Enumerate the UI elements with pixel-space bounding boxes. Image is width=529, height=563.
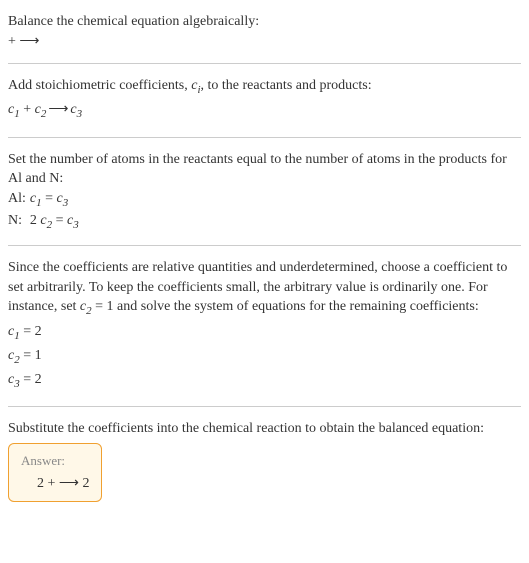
n-row: N: 2 c2 = c3 xyxy=(8,211,83,233)
n-c2: c2 xyxy=(40,213,52,228)
solve-c2: c2 xyxy=(80,299,92,314)
solve-text: Since the coefficients are relative quan… xyxy=(8,258,521,319)
plus: + xyxy=(20,102,35,117)
al-label: Al: xyxy=(8,189,30,211)
eq-c1: c1 = 2 xyxy=(8,322,521,344)
problem-equation: + ⟶ xyxy=(8,32,521,52)
atoms-equations: Al: c1 = c3 N: 2 c2 = c3 xyxy=(8,189,83,233)
c3-sub: 3 xyxy=(77,108,83,120)
al-c3-sub: 3 xyxy=(63,197,69,209)
eq-c3: c3 = 2 xyxy=(8,370,521,392)
n-c3-sub: 3 xyxy=(73,219,79,231)
problem-text: Balance the chemical equation algebraica… xyxy=(8,12,521,32)
c2: c2 xyxy=(35,102,47,117)
al-c3: c3 xyxy=(57,191,69,206)
divider xyxy=(8,245,521,246)
answer-box: Answer: 2 + ⟶ 2 xyxy=(8,443,102,503)
section-substitute: Substitute the coefficients into the che… xyxy=(8,415,521,506)
ci-symbol: ci xyxy=(191,78,200,93)
divider xyxy=(8,63,521,64)
eq-c2: c2 = 1 xyxy=(8,346,521,368)
coeff-text: Add stoichiometric coefficients, ci, to … xyxy=(8,76,521,98)
coeff-equation: c1 + c2 ⟶ c3 xyxy=(8,100,521,122)
arrow-icon: ⟶ xyxy=(46,100,70,120)
eq-c2-val: = 1 xyxy=(20,348,42,363)
section-atoms: Set the number of atoms in the reactants… xyxy=(8,146,521,238)
eq-c2-sym: c2 xyxy=(8,348,20,363)
eq-c3-val: = 2 xyxy=(20,372,42,387)
al-equation: c1 = c3 xyxy=(30,189,83,211)
c1: c1 xyxy=(8,102,20,117)
n-c3: c3 xyxy=(67,213,79,228)
coeff-text-part2: , to the reactants and products: xyxy=(201,78,372,93)
answer-content: 2 + ⟶ 2 xyxy=(21,474,89,494)
section-coefficients: Add stoichiometric coefficients, ci, to … xyxy=(8,72,521,128)
eq-c3-sym: c3 xyxy=(8,372,20,387)
divider xyxy=(8,137,521,138)
coeff-text-part1: Add stoichiometric coefficients, xyxy=(8,78,191,93)
answer-label: Answer: xyxy=(21,452,89,470)
eq-c1-val: = 2 xyxy=(20,324,42,339)
al-row: Al: c1 = c3 xyxy=(8,189,83,211)
n-equation: 2 c2 = c3 xyxy=(30,211,83,233)
n-label: N: xyxy=(8,211,30,233)
al-eq: = xyxy=(42,191,57,206)
n-eq: = xyxy=(52,213,67,228)
al-c1: c1 xyxy=(30,191,42,206)
solve-text-part2: = 1 and solve the system of equations fo… xyxy=(92,299,479,314)
atoms-text: Set the number of atoms in the reactants… xyxy=(8,150,521,189)
eq-c1-sym: c1 xyxy=(8,324,20,339)
divider xyxy=(8,406,521,407)
section-problem: Balance the chemical equation algebraica… xyxy=(8,8,521,55)
n-two: 2 xyxy=(30,213,41,228)
section-solve: Since the coefficients are relative quan… xyxy=(8,254,521,398)
c3: c3 xyxy=(70,102,82,117)
substitute-text: Substitute the coefficients into the che… xyxy=(8,419,521,439)
